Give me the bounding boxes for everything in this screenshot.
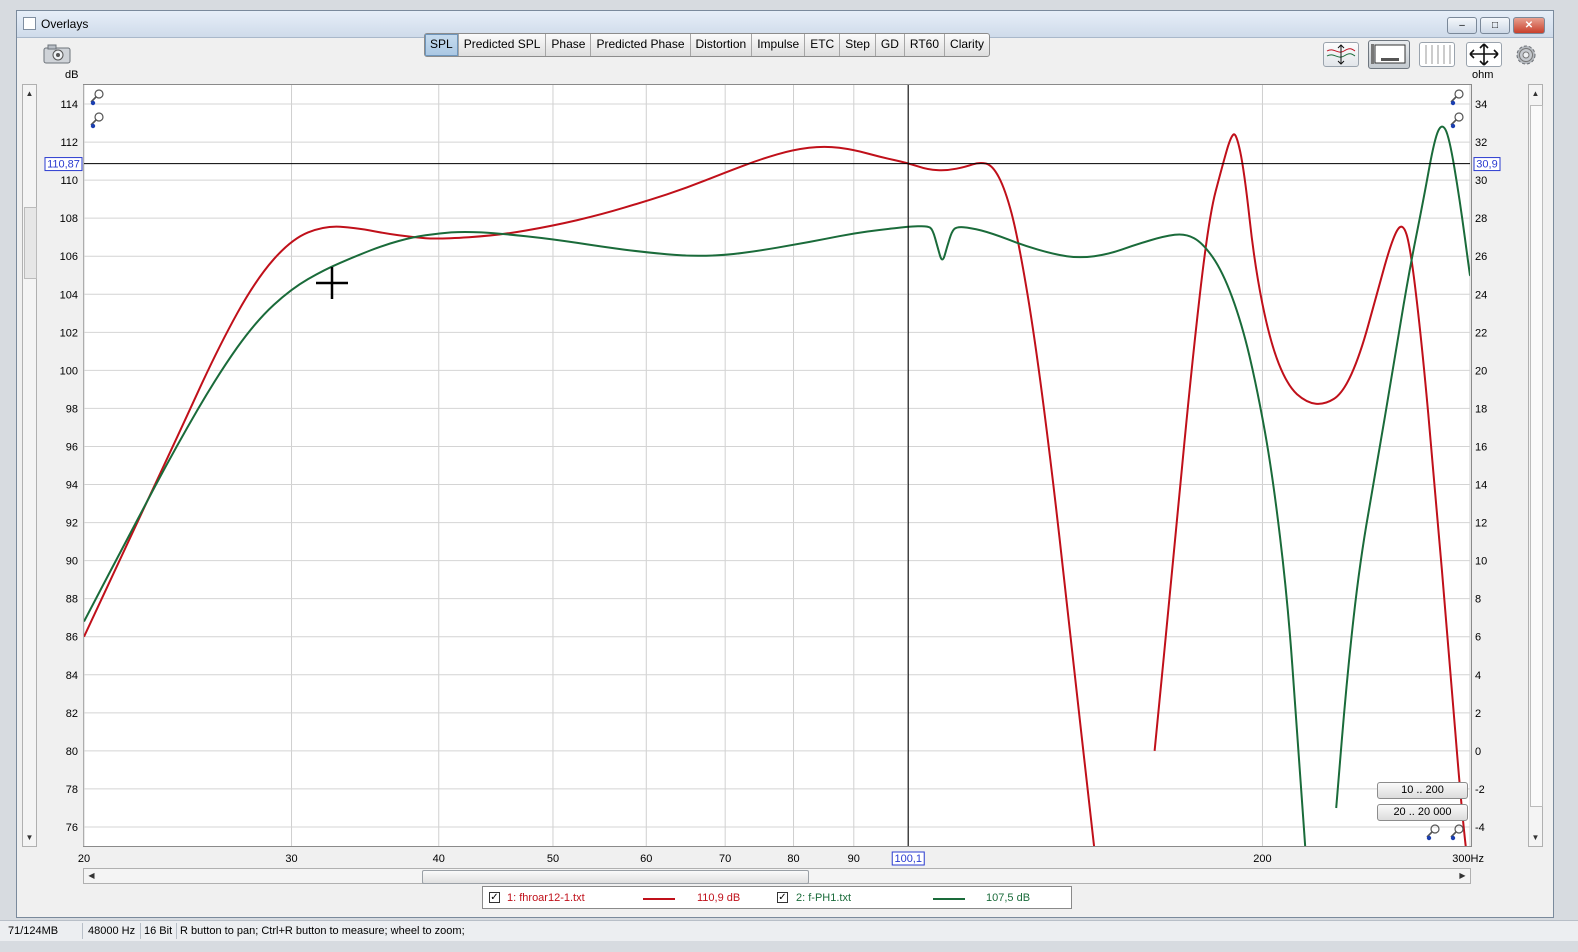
right-y-tick-label: 26 bbox=[1475, 251, 1487, 263]
y-tick-label: 76 bbox=[66, 822, 78, 834]
right-y-tick-label: 12 bbox=[1475, 518, 1487, 530]
zoom-out-right-y-icon-dot bbox=[1450, 123, 1456, 129]
legend-value-1: 110,9 dB bbox=[697, 892, 741, 904]
horizontal-scroll-thumb[interactable] bbox=[422, 870, 809, 884]
y-tick-label: 90 bbox=[66, 556, 78, 568]
cursor-y-readout: 110,87 bbox=[47, 159, 80, 171]
spl-chart: 7678808284868890929496981001021041061081… bbox=[44, 85, 1501, 866]
legend-swatch-2 bbox=[933, 898, 965, 900]
zoom-in-x-icon bbox=[1430, 824, 1440, 834]
y-tick-label: 86 bbox=[66, 632, 78, 644]
x-tick-label: 70 bbox=[719, 853, 731, 865]
right-y-tick-label: 14 bbox=[1475, 480, 1487, 492]
right-y-tick-label: 32 bbox=[1475, 137, 1487, 149]
y-tick-label: 112 bbox=[60, 137, 78, 149]
y-tick-label: 78 bbox=[66, 784, 78, 796]
range-20-20000-button[interactable]: 20 .. 20 000 bbox=[1377, 804, 1468, 821]
y-tick-label: 100 bbox=[60, 365, 78, 377]
legend-checkbox-2[interactable]: ✓ bbox=[777, 892, 788, 903]
right-y-tick-label: 16 bbox=[1475, 441, 1487, 453]
right-y-tick-label: 6 bbox=[1475, 632, 1481, 644]
series-line-2 bbox=[84, 225, 1307, 846]
y-tick-label: 98 bbox=[66, 403, 78, 415]
zoom-out-y-icon bbox=[94, 112, 104, 122]
right-y-tick-label: 28 bbox=[1475, 213, 1487, 225]
y-tick-label: 102 bbox=[60, 327, 78, 339]
right-y-tick-label: 22 bbox=[1475, 327, 1487, 339]
y-tick-label: 84 bbox=[66, 670, 78, 682]
range-10-200-button[interactable]: 10 .. 200 bbox=[1377, 782, 1468, 799]
status-bar: 71/124MB 48000 Hz 16 Bit R button to pan… bbox=[0, 920, 1578, 941]
x-tick-label: 300Hz bbox=[1452, 853, 1484, 865]
legend-name-1: 1: fhroar12-1.txt bbox=[507, 892, 585, 904]
cursor-x-readout: 100,1 bbox=[894, 853, 922, 865]
legend: ✓ 1: fhroar12-1.txt 110,9 dB ✓ 2: f-PH1.… bbox=[482, 886, 1072, 909]
horizontal-scrollbar[interactable]: ◀ ▶ bbox=[83, 868, 1471, 884]
right-y-tick-label: 8 bbox=[1475, 594, 1481, 606]
y-tick-label: 110 bbox=[60, 175, 78, 187]
memory-usage: 71/124MB bbox=[4, 923, 83, 939]
y-tick-label: 80 bbox=[66, 746, 78, 758]
zoom-out-x-icon bbox=[1454, 824, 1464, 834]
right-y-tick-label: -2 bbox=[1475, 784, 1485, 796]
right-y-tick-label: -4 bbox=[1475, 822, 1485, 834]
zoom-out-x-icon-dot bbox=[1450, 835, 1456, 841]
right-y-tick-label: 18 bbox=[1475, 403, 1487, 415]
cursor-right-readout: 30,9 bbox=[1476, 159, 1497, 171]
y-tick-label: 92 bbox=[66, 518, 78, 530]
y-tick-label: 108 bbox=[60, 213, 78, 225]
zoom-in-y-icon-dot bbox=[90, 100, 96, 106]
scroll-right-arrow-icon[interactable]: ▶ bbox=[1456, 869, 1469, 882]
y-tick-label: 114 bbox=[60, 99, 78, 111]
x-tick-label: 90 bbox=[848, 853, 860, 865]
x-tick-label: 200 bbox=[1253, 853, 1271, 865]
scroll-left-arrow-icon[interactable]: ◀ bbox=[85, 869, 98, 882]
zoom-in-right-y-icon bbox=[1454, 89, 1464, 99]
zoom-in-right-y-icon-dot bbox=[1450, 100, 1456, 106]
right-y-tick-label: 34 bbox=[1475, 99, 1487, 111]
sample-rate: 48000 Hz bbox=[84, 923, 141, 939]
legend-name-2: 2: f-PH1.txt bbox=[796, 892, 852, 904]
x-tick-label: 40 bbox=[433, 853, 445, 865]
x-tick-label: 80 bbox=[787, 853, 799, 865]
right-y-tick-label: 24 bbox=[1475, 289, 1487, 301]
right-y-tick-label: 4 bbox=[1475, 670, 1481, 682]
right-y-tick-label: 10 bbox=[1475, 556, 1487, 568]
right-y-tick-label: 30 bbox=[1475, 175, 1487, 187]
status-hint: R button to pan; Ctrl+R button to measur… bbox=[180, 925, 465, 937]
x-tick-label: 30 bbox=[285, 853, 297, 865]
x-tick-label: 20 bbox=[78, 853, 90, 865]
zoom-in-x-icon-dot bbox=[1426, 835, 1432, 841]
zoom-out-y-icon-dot bbox=[90, 123, 96, 129]
y-tick-label: 96 bbox=[66, 441, 78, 453]
right-y-tick-label: 20 bbox=[1475, 365, 1487, 377]
legend-checkbox-1[interactable]: ✓ bbox=[489, 892, 500, 903]
x-tick-label: 60 bbox=[640, 853, 652, 865]
zoom-in-y-icon bbox=[94, 89, 104, 99]
y-tick-label: 104 bbox=[60, 289, 78, 301]
y-tick-label: 106 bbox=[60, 251, 78, 263]
series-line-1 bbox=[84, 145, 1096, 846]
right-y-tick-label: 2 bbox=[1475, 708, 1481, 720]
y-tick-label: 88 bbox=[66, 594, 78, 606]
legend-swatch-1 bbox=[643, 898, 675, 900]
zoom-out-right-y-icon bbox=[1454, 112, 1464, 122]
legend-value-2: 107,5 dB bbox=[986, 892, 1031, 904]
y-tick-label: 94 bbox=[66, 480, 78, 492]
right-y-tick-label: 0 bbox=[1475, 746, 1481, 758]
x-tick-label: 50 bbox=[547, 853, 559, 865]
y-tick-label: 82 bbox=[66, 708, 78, 720]
bit-depth: 16 Bit bbox=[140, 923, 177, 939]
